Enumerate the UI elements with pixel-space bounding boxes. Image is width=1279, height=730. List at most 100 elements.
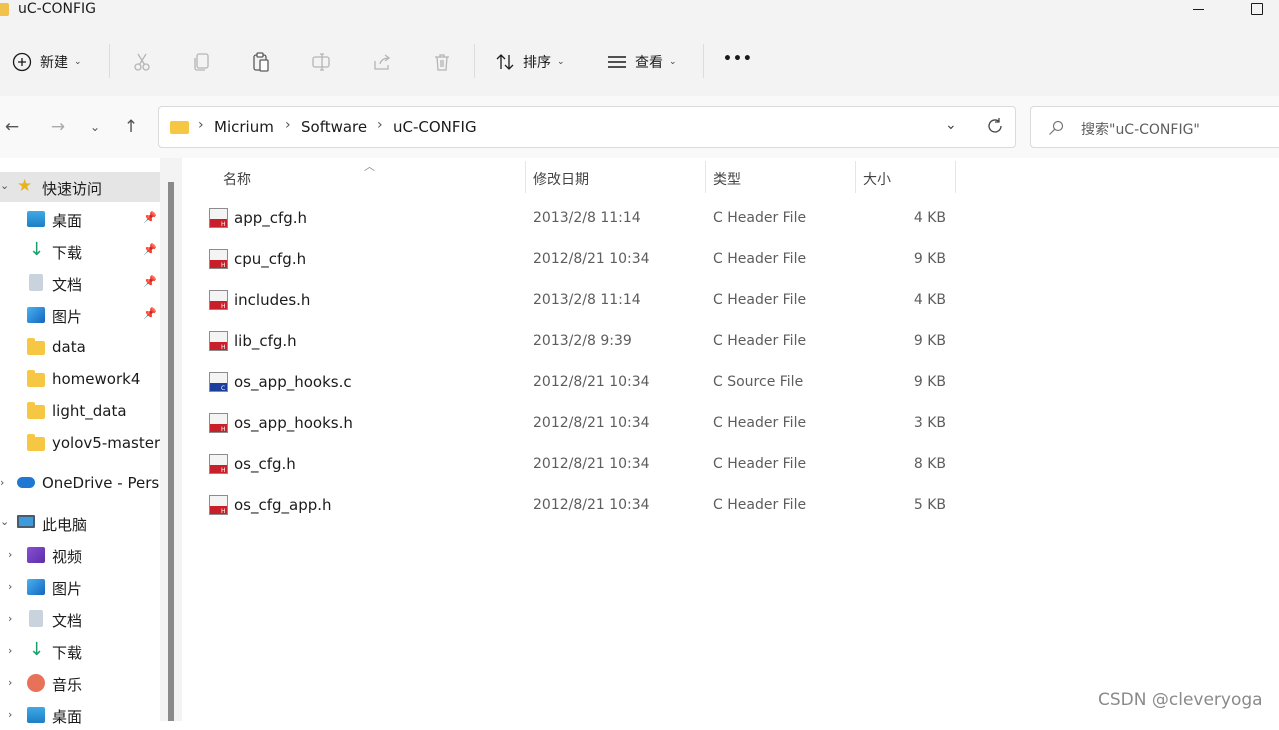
back-icon[interactable]: ←: [0, 115, 24, 139]
sidebar-item-yolov5-master[interactable]: yolov5-master: [0, 428, 160, 458]
chevron-down-icon[interactable]: ⌄: [945, 117, 957, 133]
sidebar-item-label: data: [52, 338, 86, 356]
sidebar-item-onedrive[interactable]: › OneDrive - Perso: [0, 468, 160, 498]
view-label: 查看: [635, 55, 663, 71]
sidebar-item-downloads-pc[interactable]: › ↓ 下载: [0, 636, 160, 666]
pin-icon: 📌: [143, 211, 157, 224]
svg-text:H: H: [221, 467, 226, 474]
new-button[interactable]: 新建 ⌄: [12, 47, 82, 77]
sidebar-item-homework4[interactable]: homework4: [0, 364, 160, 394]
svg-text:H: H: [221, 303, 226, 310]
sidebar-item-pictures[interactable]: 图片 📌: [0, 300, 160, 330]
sidebar-item-label: 桌面: [52, 212, 83, 230]
forward-icon[interactable]: →: [46, 115, 70, 139]
chevron-right-icon: ›: [198, 117, 204, 133]
view-button[interactable]: 查看 ⌄: [607, 47, 677, 77]
recent-locations-icon[interactable]: ⌄: [83, 115, 107, 139]
watermark: CSDN @cleveryoga: [1098, 690, 1263, 710]
file-row[interactable]: H app_cfg.h 2013/2/8 11:14 C Header File…: [200, 199, 960, 239]
file-name: cpu_cfg.h: [234, 250, 307, 268]
sidebar-item-label: 此电脑: [42, 516, 88, 534]
share-icon[interactable]: [372, 52, 392, 72]
sidebar-item-label: 视频: [52, 548, 83, 566]
divider: [474, 44, 475, 78]
column-divider[interactable]: [705, 161, 706, 193]
sidebar-item-label: 快速访问: [42, 180, 103, 198]
file-size: 9 KB: [913, 374, 946, 390]
chevron-right-icon: ›: [377, 117, 383, 133]
desktop-icon: [27, 211, 45, 227]
pin-icon: 📌: [143, 243, 157, 256]
file-row[interactable]: H cpu_cfg.h 2012/8/21 10:34 C Header Fil…: [200, 240, 960, 280]
column-header-name[interactable]: 名称: [223, 169, 251, 189]
sidebar-item-desktop[interactable]: 桌面 📌: [0, 204, 160, 234]
file-row[interactable]: H os_app_hooks.h 2012/8/21 10:34 C Heade…: [200, 404, 960, 444]
new-label: 新建: [40, 55, 68, 71]
copy-icon[interactable]: [192, 52, 212, 72]
search-input[interactable]: 搜索"uC-CONFIG": [1081, 119, 1200, 139]
column-divider[interactable]: [955, 161, 956, 193]
sidebar-item-music[interactable]: › 音乐: [0, 668, 160, 698]
folder-icon: [27, 370, 45, 387]
minimize-button[interactable]: [1193, 9, 1204, 10]
column-header-type[interactable]: 类型: [713, 169, 741, 189]
rename-icon[interactable]: [311, 52, 331, 72]
file-row[interactable]: H includes.h 2013/2/8 11:14 C Header Fil…: [200, 281, 960, 321]
folder-icon: [170, 121, 189, 134]
refresh-icon[interactable]: [986, 117, 1004, 135]
file-modified: 2012/8/21 10:34: [533, 251, 650, 267]
sidebar-item-data[interactable]: data: [0, 332, 160, 362]
breadcrumb-uc-config[interactable]: uC-CONFIG: [393, 118, 477, 136]
chevron-down-icon: ⌄: [0, 515, 10, 528]
sidebar-item-documents[interactable]: 文档 📌: [0, 268, 160, 298]
sidebar-item-label: 图片: [52, 308, 83, 326]
sidebar-item-light-data[interactable]: light_data: [0, 396, 160, 426]
column-divider[interactable]: [855, 161, 856, 193]
up-icon[interactable]: ↑: [119, 115, 143, 139]
sidebar-item-label: light_data: [52, 402, 127, 420]
sidebar-item-label: 下载: [52, 644, 83, 662]
svg-text:H: H: [221, 426, 226, 433]
file-type: C Source File: [713, 374, 804, 390]
breadcrumb-software[interactable]: Software: [301, 118, 367, 136]
chevron-right-icon: ›: [285, 117, 291, 133]
sidebar-item-this-pc[interactable]: ⌄ 此电脑: [0, 508, 160, 538]
delete-icon[interactable]: [432, 52, 452, 72]
file-row[interactable]: H lib_cfg.h 2013/2/8 9:39 C Header File …: [200, 322, 960, 362]
file-row[interactable]: H os_cfg_app.h 2012/8/21 10:34 C Header …: [200, 486, 960, 526]
column-header-size[interactable]: 大小: [863, 169, 891, 189]
sidebar-item-downloads[interactable]: ↓ 下载 📌: [0, 236, 160, 266]
breadcrumb-micrium[interactable]: Micrium: [214, 118, 274, 136]
file-size: 4 KB: [913, 292, 946, 308]
h-file-icon: H: [209, 249, 228, 269]
pane-scrollbar-thumb[interactable]: [168, 182, 174, 721]
file-size: 9 KB: [913, 251, 946, 267]
sort-icon: [496, 54, 514, 70]
sidebar-item-videos[interactable]: › 视频: [0, 540, 160, 570]
maximize-button[interactable]: [1251, 3, 1263, 15]
address-bar[interactable]: › Micrium › Software › uC-CONFIG ⌄: [158, 106, 1016, 148]
file-name: os_app_hooks.h: [234, 414, 353, 432]
chevron-right-icon: ›: [8, 548, 13, 561]
picture-icon: [27, 579, 45, 595]
sort-button[interactable]: 排序 ⌄: [495, 47, 565, 77]
h-file-icon: H: [209, 413, 228, 433]
file-row[interactable]: H os_cfg.h 2012/8/21 10:34 C Header File…: [200, 445, 960, 485]
column-divider[interactable]: [525, 161, 526, 193]
title-bar: uC-CONFIG: [0, 0, 1279, 24]
document-icon: [29, 610, 43, 627]
column-header-modified[interactable]: 修改日期: [533, 169, 589, 189]
plus-circle-icon: [12, 52, 32, 72]
more-options-button[interactable]: •••: [723, 51, 753, 67]
cut-icon[interactable]: [132, 52, 152, 72]
sidebar-item-pictures-pc[interactable]: › 图片: [0, 572, 160, 602]
search-box[interactable]: 搜索"uC-CONFIG": [1030, 106, 1279, 148]
sidebar-item-quick-access[interactable]: ⌄ ★ 快速访问: [0, 172, 160, 202]
paste-icon[interactable]: [251, 52, 271, 72]
file-row[interactable]: C os_app_hooks.c 2012/8/21 10:34 C Sourc…: [200, 363, 960, 403]
file-size: 8 KB: [913, 456, 946, 472]
chevron-right-icon: ›: [0, 476, 5, 489]
picture-icon: [27, 307, 45, 323]
sidebar-item-documents-pc[interactable]: › 文档: [0, 604, 160, 634]
sidebar-item-desktop-pc[interactable]: › 桌面: [0, 700, 160, 730]
